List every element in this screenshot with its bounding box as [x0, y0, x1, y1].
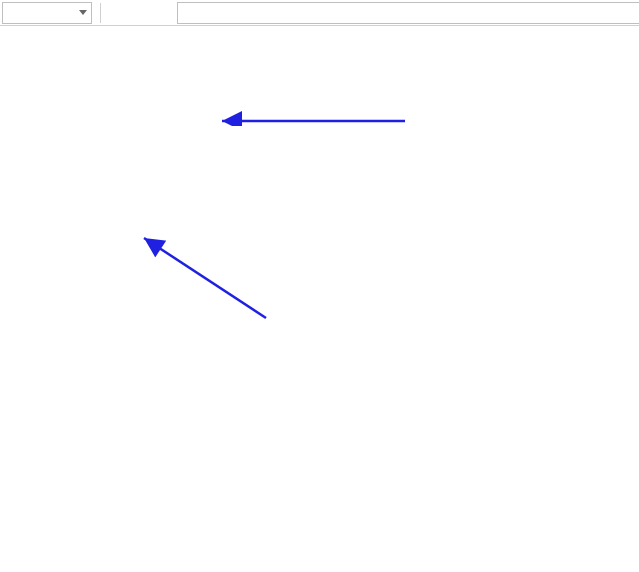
name-box[interactable] [2, 2, 92, 24]
formula-input[interactable] [177, 2, 639, 24]
separator [100, 3, 101, 23]
arrow-icon [130, 226, 290, 336]
annotation-repeat [130, 226, 290, 341]
annotation-table [210, 81, 420, 131]
cancel-icon[interactable] [103, 2, 127, 24]
formula-bar [0, 0, 639, 26]
fx-icon[interactable] [151, 2, 175, 24]
name-box-dropdown-icon[interactable] [79, 10, 87, 15]
arrow-icon [210, 81, 420, 126]
enter-icon[interactable] [127, 2, 151, 24]
